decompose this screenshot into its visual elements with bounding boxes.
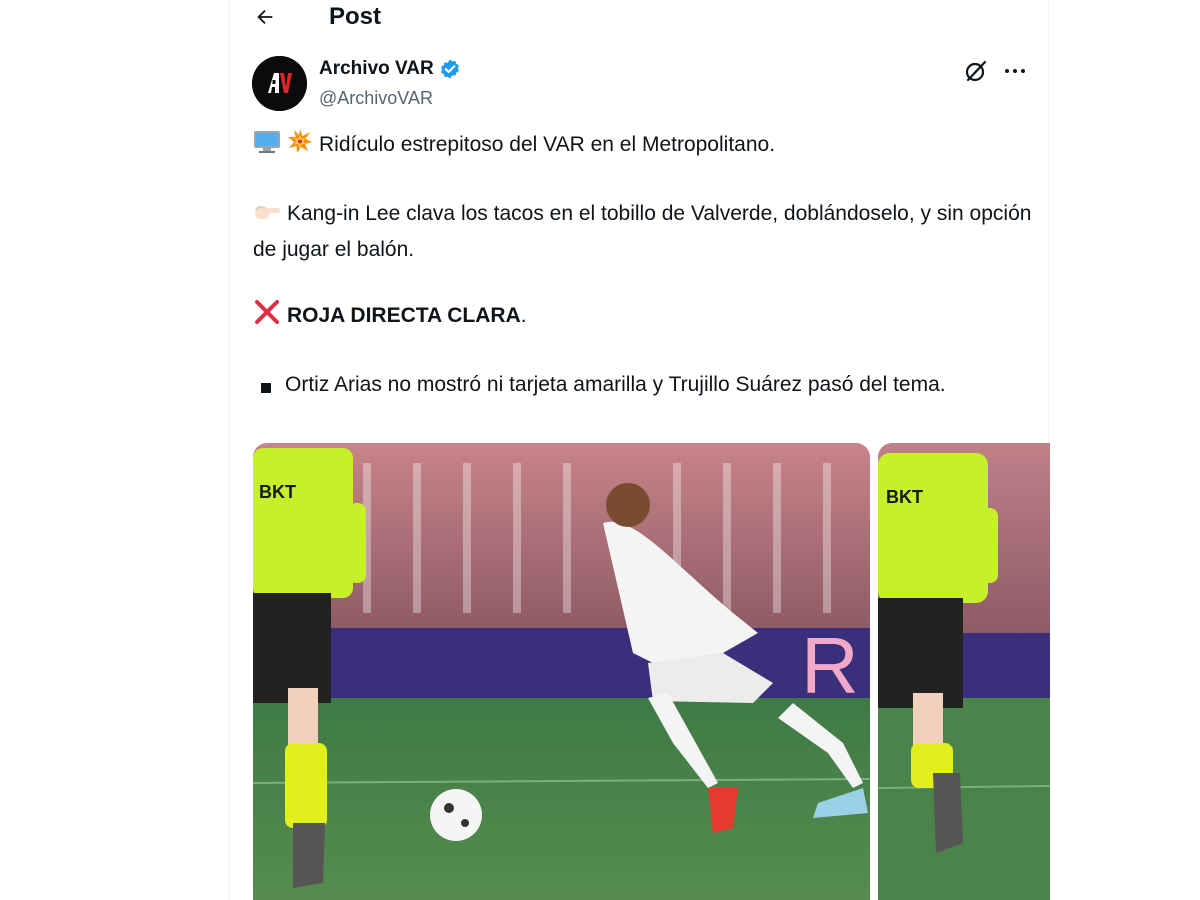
square-bullet-icon <box>261 371 271 404</box>
author-name-row: Archivo VAR <box>319 57 461 81</box>
back-arrow-icon <box>257 9 273 25</box>
more-button[interactable] <box>1000 58 1030 84</box>
page-title: Post <box>329 3 382 30</box>
tweet-line-3: ROJA DIRECTA CLARA. <box>253 299 1033 335</box>
cross-mark-emoji-icon <box>253 299 281 335</box>
tweet-line-1: Ridículo estrepitoso del VAR en el Metro… <box>253 128 1033 164</box>
tweet-line-2: Kang-in Lee clava los tacos en el tobill… <box>253 200 1032 261</box>
grok-button[interactable] <box>963 58 989 84</box>
media-image-2[interactable]: BKT <box>878 443 1050 900</box>
pointing-hand-emoji-icon <box>253 200 281 233</box>
media-image-1[interactable]: R BKT <box>253 443 870 900</box>
collision-emoji-icon <box>287 128 313 164</box>
verified-badge-icon <box>440 59 459 79</box>
author-display-name[interactable]: Archivo VAR <box>319 57 434 81</box>
tweet-line-4: Ortiz Arias no mostró ni tarjeta amarill… <box>253 368 1033 404</box>
post-header: Post <box>230 0 1048 34</box>
more-icon <box>1005 69 1009 73</box>
author-handle[interactable]: @ArchivoVAR <box>319 86 433 110</box>
post-column: Post Archivo VAR @ArchivoVAR Ridículo es… <box>229 0 1050 900</box>
tweet-bold-text: ROJA DIRECTA CLARA <box>287 304 521 327</box>
svg-text:BKT: BKT <box>259 482 296 502</box>
computer-emoji-icon <box>253 130 281 164</box>
tweet-text: Ridículo estrepitoso del VAR en el Metro… <box>253 128 1033 404</box>
grok-icon <box>965 60 987 82</box>
avatar[interactable] <box>252 56 307 111</box>
svg-text:R: R <box>801 621 859 710</box>
back-button[interactable] <box>248 2 282 32</box>
svg-text:BKT: BKT <box>886 487 923 507</box>
